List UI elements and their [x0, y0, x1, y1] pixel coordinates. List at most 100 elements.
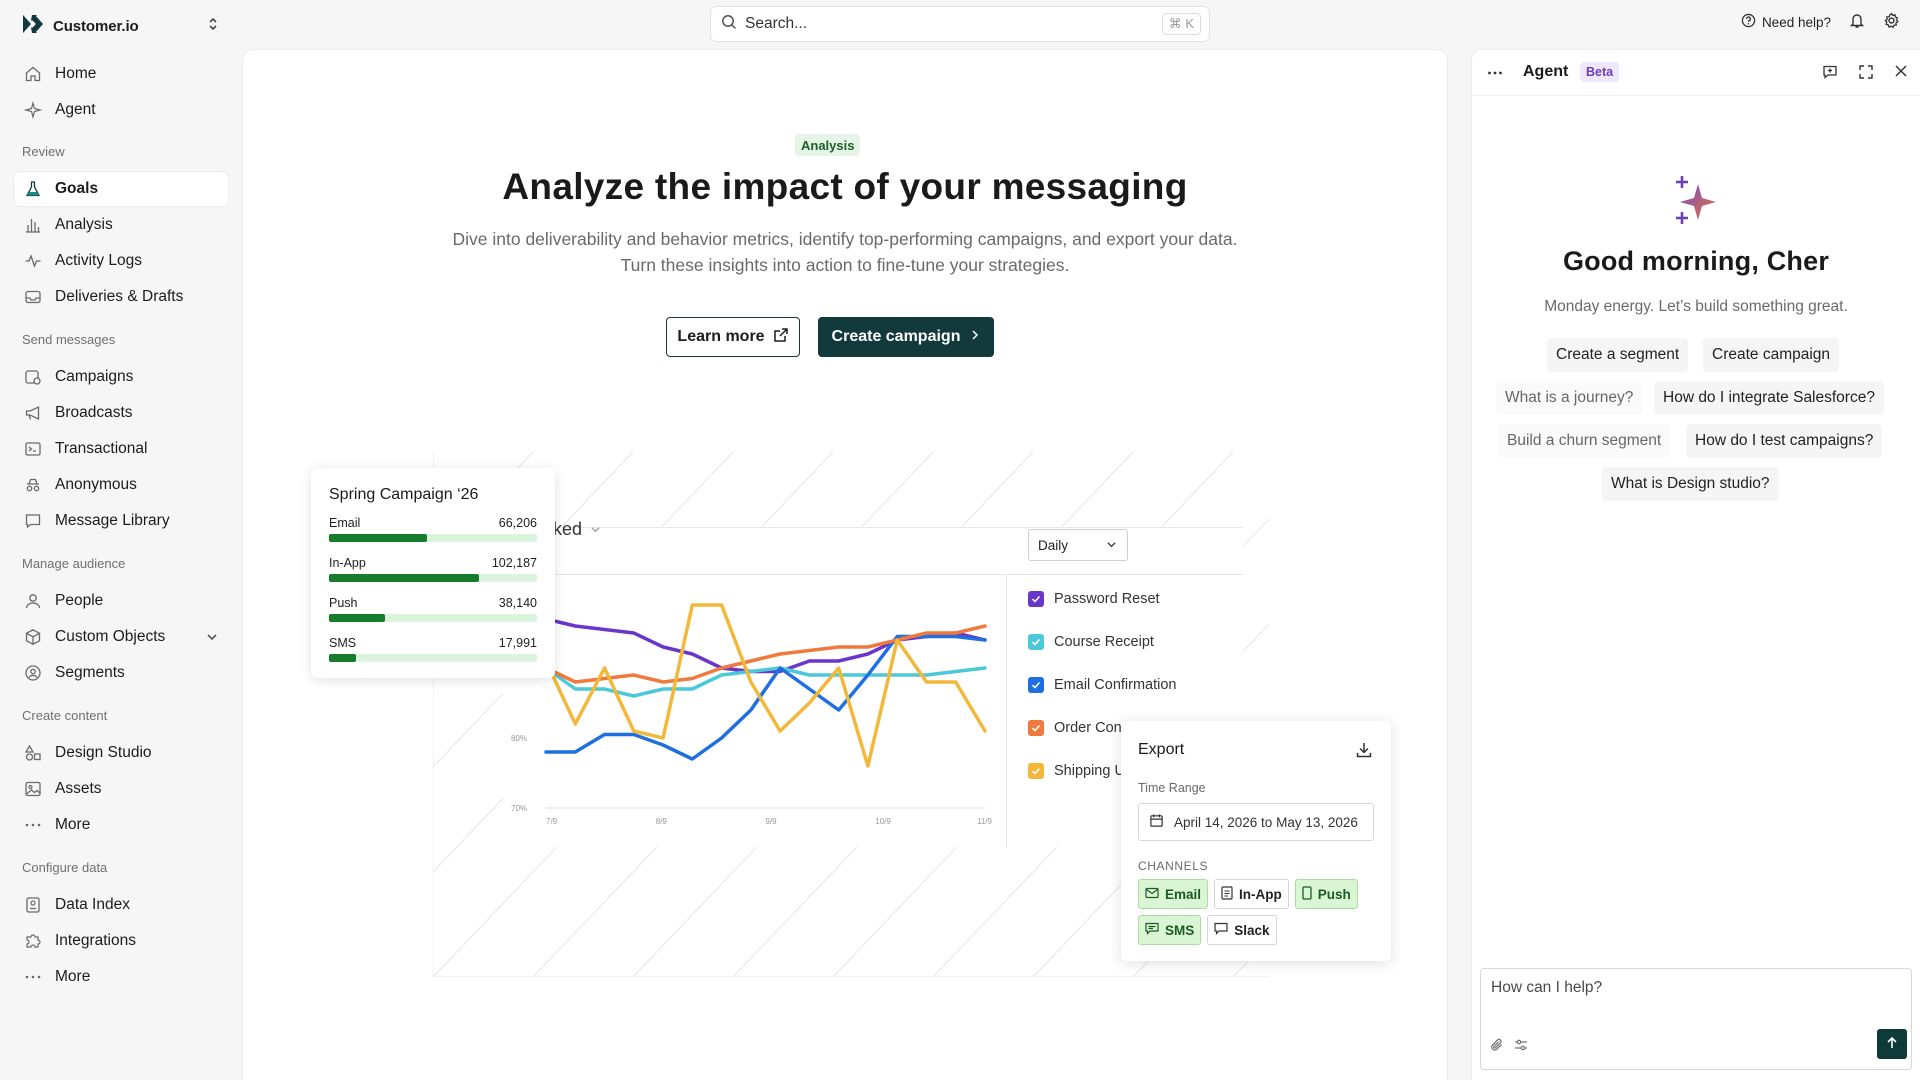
- channel-chips: Email In-App Push SMS Slack: [1138, 879, 1378, 945]
- interval-value: Daily: [1038, 537, 1069, 553]
- sidebar-item-custom-objects[interactable]: Custom Objects: [14, 620, 228, 654]
- legend-item-password-reset[interactable]: Password Reset: [1028, 591, 1160, 607]
- message-icon: [1214, 922, 1228, 938]
- need-help-link[interactable]: Need help?: [1741, 13, 1831, 31]
- new-chat-icon[interactable]: [1822, 64, 1838, 85]
- channel-chip-email[interactable]: Email: [1138, 879, 1209, 909]
- channel-chip-slack[interactable]: Slack: [1207, 915, 1277, 945]
- sidebar-item-segments[interactable]: Segments: [14, 656, 228, 690]
- spring-campaign-card: Spring Campaign ‘26 Email 66,206 In-App 10…: [311, 468, 555, 678]
- sidebar-item-design-studio[interactable]: Design Studio: [14, 736, 228, 770]
- channel-value: 17,991: [498, 636, 537, 650]
- download-icon[interactable]: [1355, 741, 1373, 764]
- workspace-switcher[interactable]: Customer.io: [22, 14, 222, 38]
- sidebar-item-agent[interactable]: Agent: [14, 93, 228, 127]
- main-panel: Analysis Analyze the impact of your mess…: [243, 50, 1447, 1080]
- checkbox-checked-icon[interactable]: [1028, 720, 1044, 736]
- suggestion-create-segment[interactable]: Create a segment: [1547, 338, 1689, 372]
- channel-chip-sms[interactable]: SMS: [1138, 915, 1202, 945]
- sidebar-item-data-index[interactable]: Data Index: [14, 888, 228, 922]
- global-search[interactable]: ⌘ K: [710, 6, 1210, 42]
- channel-label: Email: [329, 516, 361, 530]
- suggestion-integrate-salesforce[interactable]: How do I integrate Salesforce?: [1654, 381, 1884, 415]
- channel-chip-push[interactable]: Push: [1294, 879, 1358, 909]
- sidebar-item-broadcasts[interactable]: Broadcasts: [14, 396, 228, 430]
- ellipsis-icon: [23, 815, 43, 835]
- paperclip-icon[interactable]: [1489, 1037, 1505, 1058]
- sparkle-icon: [1668, 174, 1724, 235]
- chip-label: In-App: [1239, 886, 1282, 902]
- sidebar-item-people[interactable]: People: [14, 584, 228, 618]
- legend-item-course-receipt[interactable]: Course Receipt: [1028, 634, 1154, 650]
- sidebar-item-more-data[interactable]: More: [14, 960, 228, 994]
- sidebar-item-transactional[interactable]: Transactional: [14, 432, 228, 466]
- agent-prompt-input[interactable]: [1491, 979, 1891, 1019]
- interval-select[interactable]: Daily: [1028, 529, 1128, 561]
- megaphone-icon: [23, 403, 43, 423]
- suggestion-what-is-journey[interactable]: What is a journey?: [1496, 381, 1643, 415]
- send-button[interactable]: [1877, 1029, 1907, 1059]
- legend-label: Shipping U: [1054, 763, 1125, 779]
- legend-item-shipping-update[interactable]: Shipping U: [1028, 763, 1125, 779]
- line-chart: 70%80%90%7/98/99/910/911/9: [511, 603, 993, 826]
- more-options-icon[interactable]: [1486, 64, 1504, 87]
- channel-label: SMS: [329, 636, 357, 650]
- message-icon: [1145, 922, 1159, 938]
- suggestion-create-campaign[interactable]: Create campaign: [1703, 338, 1840, 372]
- progress-bar: [329, 654, 537, 662]
- sliders-icon[interactable]: [1513, 1037, 1529, 1058]
- progress-fill: [329, 534, 427, 542]
- checkbox-checked-icon[interactable]: [1028, 591, 1044, 607]
- sidebar-item-campaigns[interactable]: Campaigns: [14, 360, 228, 394]
- channel-chip-in-app[interactable]: In-App: [1214, 879, 1289, 909]
- sidebar-section-content: Create content: [22, 708, 108, 723]
- search-input[interactable]: [745, 15, 1162, 33]
- activity-pulse-icon: [23, 251, 43, 271]
- sidebar-item-integrations[interactable]: Integrations: [14, 924, 228, 958]
- channel-row-in-app: In-App 102,187: [329, 556, 537, 582]
- sidebar-item-label: Campaigns: [55, 368, 134, 385]
- sidebar-item-deliveries[interactable]: Deliveries & Drafts: [14, 280, 228, 314]
- suggestion-test-campaigns[interactable]: How do I test campaigns?: [1686, 424, 1883, 458]
- sidebar-item-analysis[interactable]: Analysis: [14, 208, 228, 242]
- search-shortcut-badge: ⌘ K: [1161, 13, 1201, 35]
- chevron-down-icon[interactable]: [206, 630, 218, 648]
- sidebar-item-activity-logs[interactable]: Activity Logs: [14, 244, 228, 278]
- progress-fill: [329, 614, 386, 622]
- chip-label: SMS: [1165, 922, 1195, 938]
- sidebar-item-anonymous[interactable]: Anonymous: [14, 468, 228, 502]
- settings-gear-icon[interactable]: [1883, 12, 1900, 32]
- channel-label: Push: [329, 596, 358, 610]
- legend-item-email-confirmation[interactable]: Email Confirmation: [1028, 677, 1177, 693]
- create-campaign-button[interactable]: Create campaign: [818, 317, 994, 357]
- expand-icon[interactable]: [1858, 64, 1874, 85]
- calendar-icon: [1149, 813, 1164, 831]
- sidebar-item-message-library[interactable]: Message Library: [14, 504, 228, 538]
- checkbox-checked-icon[interactable]: [1028, 677, 1044, 693]
- chevron-updown-icon[interactable]: [208, 16, 218, 35]
- time-range-label: Time Range: [1138, 781, 1206, 795]
- suggestion-design-studio[interactable]: What is Design studio?: [1602, 467, 1779, 501]
- sidebar-item-assets[interactable]: Assets: [14, 772, 228, 806]
- agent-header: Agent Beta: [1472, 50, 1920, 96]
- sidebar-item-label: Deliveries & Drafts: [55, 288, 184, 305]
- date-range-picker[interactable]: April 14, 2026 to May 13, 2026: [1138, 803, 1374, 841]
- legend-item-order-confirmation[interactable]: Order Con: [1028, 720, 1122, 736]
- sidebar-item-label: More: [55, 816, 91, 833]
- chevron-down-icon: [1106, 538, 1117, 553]
- legend-label: Course Receipt: [1054, 634, 1154, 650]
- sidebar-item-more-content[interactable]: More: [14, 808, 228, 842]
- sidebar-item-label: Analysis: [55, 216, 113, 233]
- checkbox-checked-icon[interactable]: [1028, 763, 1044, 779]
- sidebar-item-goals[interactable]: Goals: [14, 172, 228, 206]
- bell-icon[interactable]: [1849, 12, 1865, 32]
- sidebar-item-label: Segments: [55, 664, 125, 681]
- sidebar-item-home[interactable]: Home: [14, 57, 228, 91]
- phone-icon: [1302, 885, 1312, 903]
- suggestion-churn-segment[interactable]: Build a churn segment: [1498, 424, 1671, 458]
- export-card: Export Time Range April 14, 2026 to May …: [1121, 721, 1391, 961]
- close-icon[interactable]: [1894, 64, 1908, 85]
- channel-value: 102,187: [491, 556, 537, 570]
- checkbox-checked-icon[interactable]: [1028, 634, 1044, 650]
- learn-more-button[interactable]: Learn more: [666, 317, 800, 357]
